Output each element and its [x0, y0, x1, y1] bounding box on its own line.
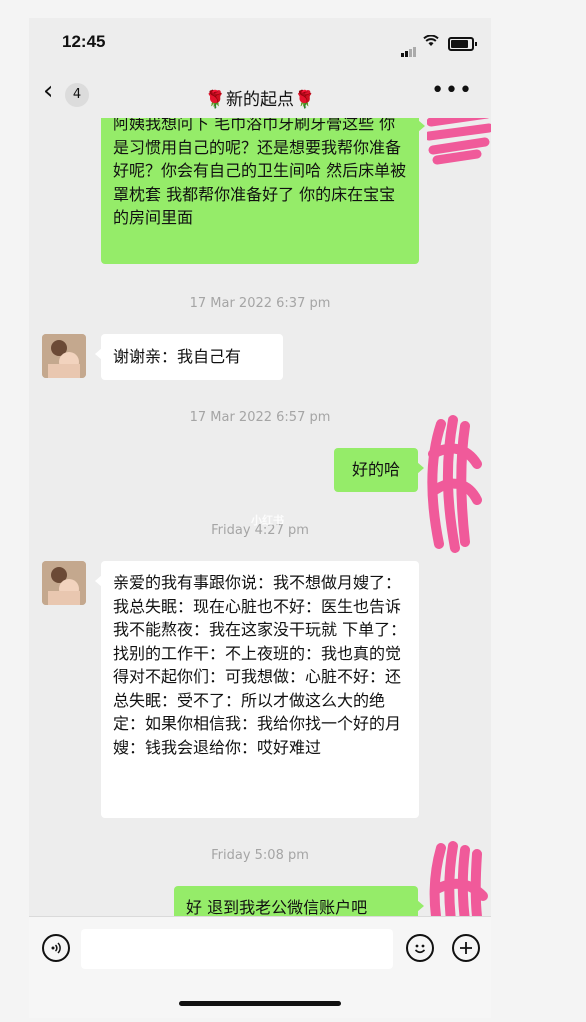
more-options-icon[interactable]: •••: [431, 78, 473, 103]
contact-avatar[interactable]: [42, 561, 86, 605]
phone-screen: 12:45 ‹ 4 🌹新的起点🌹 ••• 阿姨我想问下 毛巾浴巾牙刷牙膏这些 你…: [29, 18, 491, 1018]
message-bubble-received[interactable]: 谢谢亲：我自己有: [95, 334, 283, 380]
emoji-icon[interactable]: [406, 934, 434, 962]
status-time: 12:45: [62, 32, 106, 51]
voice-icon[interactable]: [42, 934, 70, 962]
input-bar: [29, 916, 491, 1018]
chat-header: ‹ 4 🌹新的起点🌹 •••: [29, 74, 491, 118]
plus-icon[interactable]: [452, 934, 480, 962]
wifi-icon: [423, 34, 439, 51]
home-indicator[interactable]: [179, 1001, 341, 1006]
battery-icon: [448, 37, 477, 51]
message-bubble-sent[interactable]: 好 退到我老公微信账户吧: [174, 886, 424, 916]
contact-avatar[interactable]: [42, 334, 86, 378]
message-bubble-received[interactable]: 亲爱的我有事跟你说：我不想做月嫂了：我总失眠：现在心脏也不好：医生也告诉我不能熬…: [95, 561, 419, 818]
chat-title: 🌹新的起点🌹: [204, 90, 316, 110]
timestamp: Friday 5:08 pm: [211, 848, 309, 863]
timestamp: 17 Mar 2022 6:37 pm: [189, 296, 331, 311]
signal-icon: [401, 38, 417, 57]
message-bubble-sent[interactable]: 阿姨我想问下 毛巾浴巾牙刷牙膏这些 你是习惯用自己的呢？还是想要我帮你准备好呢？…: [101, 118, 425, 264]
watermark-text: 小红书: [251, 514, 284, 527]
pink-scribble-redaction: [429, 841, 488, 916]
pink-scribble-redaction: [427, 415, 482, 553]
message-list[interactable]: 阿姨我想问下 毛巾浴巾牙刷牙膏这些 你是习惯用自己的呢？还是想要我帮你准备好呢？…: [29, 118, 491, 916]
pink-scribble-redaction: [427, 118, 491, 165]
message-bubble-sent[interactable]: 好的哈: [334, 448, 424, 492]
status-bar: 12:45: [29, 18, 491, 66]
message-input[interactable]: [81, 929, 393, 969]
